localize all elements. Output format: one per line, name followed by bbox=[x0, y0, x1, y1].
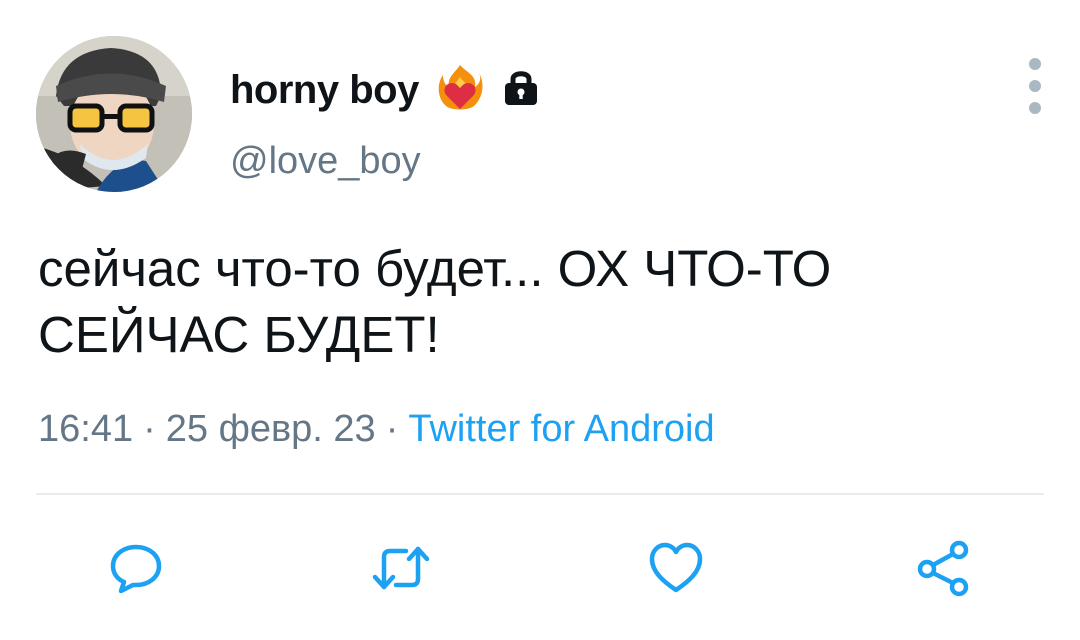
tweet-meta: 16:41 · 25 февр. 23 · Twitter for Android bbox=[38, 408, 715, 451]
user-handle[interactable]: @love_boy bbox=[230, 140, 421, 183]
tweet-detail: horny boy @love_boy сейчас что-то будет.… bbox=[0, 0, 1080, 640]
action-bar bbox=[0, 538, 1080, 602]
meta-separator: · bbox=[143, 408, 156, 450]
share-icon bbox=[913, 537, 975, 604]
display-name[interactable]: horny boy bbox=[230, 68, 419, 113]
heart-on-fire-icon bbox=[437, 63, 483, 118]
more-dot-icon bbox=[1029, 80, 1041, 92]
tweet-text: сейчас что-то будет... ОХ ЧТО-ТО СЕЙЧАС … bbox=[38, 240, 832, 363]
tweet-source-link[interactable]: Twitter for Android bbox=[408, 408, 714, 450]
tweet-date: 25 февр. 23 bbox=[165, 408, 376, 450]
more-options-button[interactable] bbox=[1020, 56, 1050, 116]
retweet-icon bbox=[370, 539, 432, 602]
meta-separator: · bbox=[385, 408, 399, 450]
avatar[interactable] bbox=[36, 36, 192, 192]
like-icon bbox=[646, 540, 706, 601]
reply-icon bbox=[107, 539, 165, 602]
divider bbox=[36, 493, 1044, 495]
more-dot-icon bbox=[1029, 58, 1041, 70]
reply-button[interactable] bbox=[104, 538, 168, 602]
share-button[interactable] bbox=[912, 538, 976, 602]
retweet-button[interactable] bbox=[369, 538, 433, 602]
lock-icon bbox=[501, 68, 541, 113]
display-name-row: horny boy bbox=[230, 60, 541, 120]
like-button[interactable] bbox=[644, 538, 708, 602]
tweet-time: 16:41 bbox=[38, 408, 134, 450]
more-dot-icon bbox=[1029, 102, 1041, 114]
